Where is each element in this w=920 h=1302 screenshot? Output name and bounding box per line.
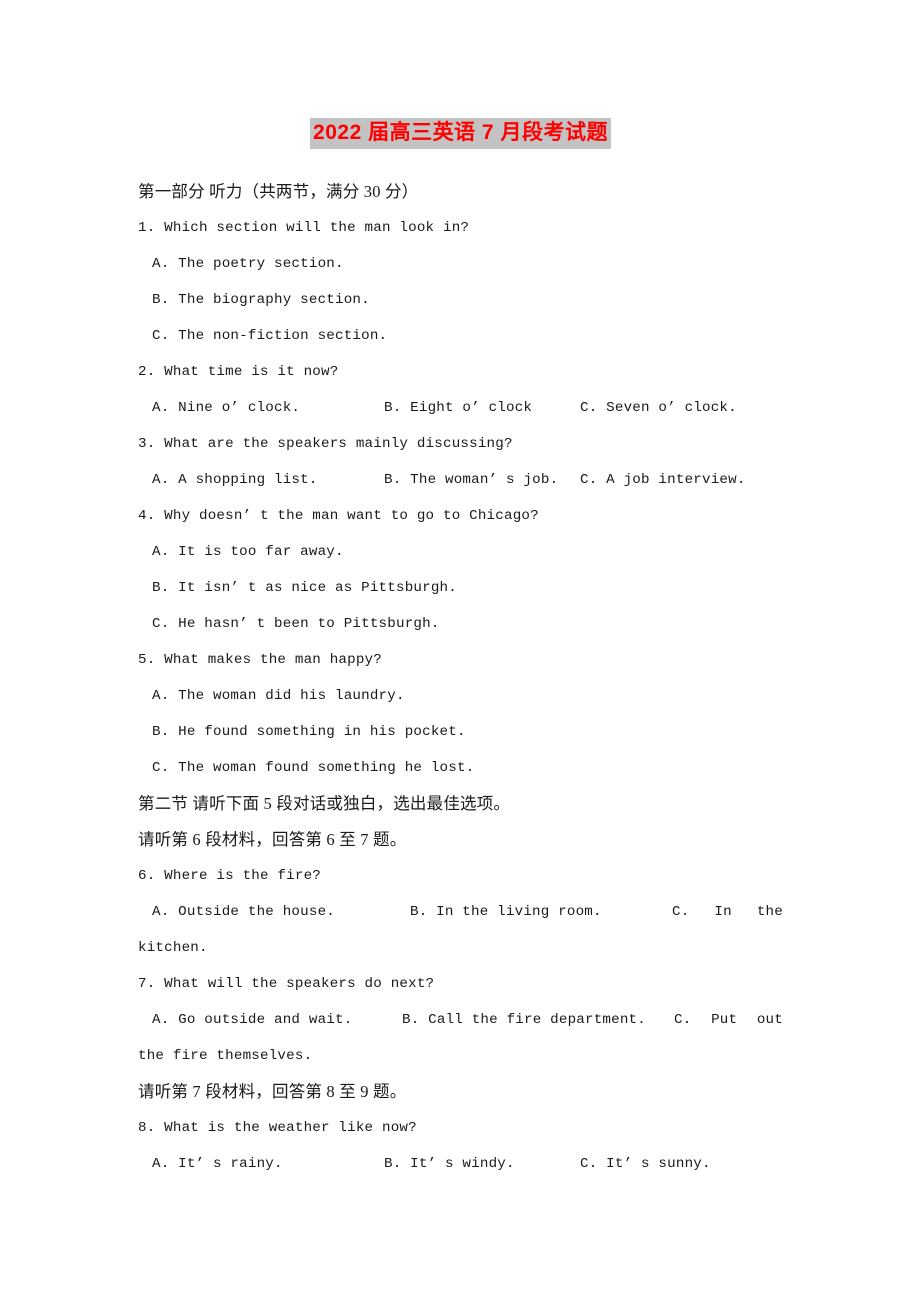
question-6-option-c-label: C.	[672, 904, 690, 920]
section-heading-part-one: 第一部分 听力（共两节，满分 30 分）	[138, 182, 419, 201]
document-body: 2022 届高三英语 7 月段考试题 第一部分 听力（共两节，满分 30 分） …	[138, 118, 783, 1182]
question-1-option-a: A. The poetry section.	[152, 256, 344, 272]
question-5-stem: 5. What makes the man happy?	[138, 652, 382, 668]
question-3-option-c: C. A job interview.	[580, 472, 746, 488]
question-2-option-a: A. Nine o’ clock.	[152, 400, 301, 416]
question-3-options: A. A shopping list. B. The woman’ s job.…	[138, 462, 783, 498]
question-5-option-b: B. He found something in his pocket.	[152, 724, 466, 740]
question-8-options: A. It’ s rainy. B. It’ s windy. C. It’ s…	[138, 1146, 783, 1182]
question-1-stem: 1. Which section will the man look in?	[138, 220, 470, 236]
question-5-option-a: A. The woman did his laundry.	[152, 688, 405, 704]
question-6-option-b: B. In the living room.	[410, 904, 602, 920]
question-4-option-b: B. It isn’ t as nice as Pittsburgh.	[152, 580, 457, 596]
question-4-option-c: C. He hasn’ t been to Pittsburgh.	[152, 616, 440, 632]
question-1-option-b: B. The biography section.	[152, 292, 370, 308]
question-6-option-a: A. Outside the house.	[152, 904, 335, 920]
page-title: 2022 届高三英语 7 月段考试题	[138, 118, 783, 154]
question-2-options: A. Nine o’ clock. B. Eight o’ clock C. S…	[138, 390, 783, 426]
question-7-option-b: B. Call the fire department.	[402, 1012, 646, 1028]
question-8-option-b: B. It’ s windy.	[384, 1156, 515, 1172]
material-7-heading: 请听第 7 段材料，回答第 8 至 9 题。	[138, 1082, 407, 1101]
question-1-option-c: C. The non-fiction section.	[152, 328, 388, 344]
question-7-option-a: A. Go outside and wait.	[152, 1012, 353, 1028]
question-6-option-c-word-1: In	[714, 904, 732, 920]
question-7-option-c-continuation: the fire themselves.	[138, 1048, 313, 1064]
question-7-option-c-label: C.	[674, 1012, 692, 1028]
question-8-stem: 8. What is the weather like now?	[138, 1120, 417, 1136]
page-title-text: 2022 届高三英语 7 月段考试题	[310, 118, 611, 149]
question-3-option-a: A. A shopping list.	[152, 472, 318, 488]
question-6-option-c-continuation: kitchen.	[138, 940, 208, 956]
question-7-option-c: C. Put out	[674, 1002, 783, 1038]
question-5-option-c: C. The woman found something he lost.	[152, 760, 475, 776]
question-4-option-a: A. It is too far away.	[152, 544, 344, 560]
question-7-option-c-word-2: out	[756, 1012, 783, 1028]
question-2-stem: 2. What time is it now?	[138, 364, 339, 380]
question-6-option-c: C. In the	[672, 894, 783, 930]
question-6-options: A. Outside the house. B. In the living r…	[138, 894, 783, 930]
question-7-option-c-word-1: Put	[711, 1012, 738, 1028]
question-7-options: A. Go outside and wait. B. Call the fire…	[138, 1002, 783, 1038]
question-3-stem: 3. What are the speakers mainly discussi…	[138, 436, 513, 452]
question-8-option-c: C. It’ s sunny.	[580, 1156, 711, 1172]
material-6-heading: 请听第 6 段材料，回答第 6 至 7 题。	[138, 830, 407, 849]
document-page: 2022 届高三英语 7 月段考试题 第一部分 听力（共两节，满分 30 分） …	[0, 0, 920, 1302]
section-heading-part-two: 第二节 请听下面 5 段对话或独白，选出最佳选项。	[138, 794, 511, 813]
question-3-option-b: B. The woman’ s job.	[384, 472, 559, 488]
question-8-option-a: A. It’ s rainy.	[152, 1156, 283, 1172]
question-4-stem: 4. Why doesn’ t the man want to go to Ch…	[138, 508, 539, 524]
question-2-option-b: B. Eight o’ clock	[384, 400, 533, 416]
question-6-option-c-word-2: the	[756, 904, 783, 920]
question-2-option-c: C. Seven o’ clock.	[580, 400, 737, 416]
question-7-stem: 7. What will the speakers do next?	[138, 976, 435, 992]
question-6-stem: 6. Where is the fire?	[138, 868, 321, 884]
